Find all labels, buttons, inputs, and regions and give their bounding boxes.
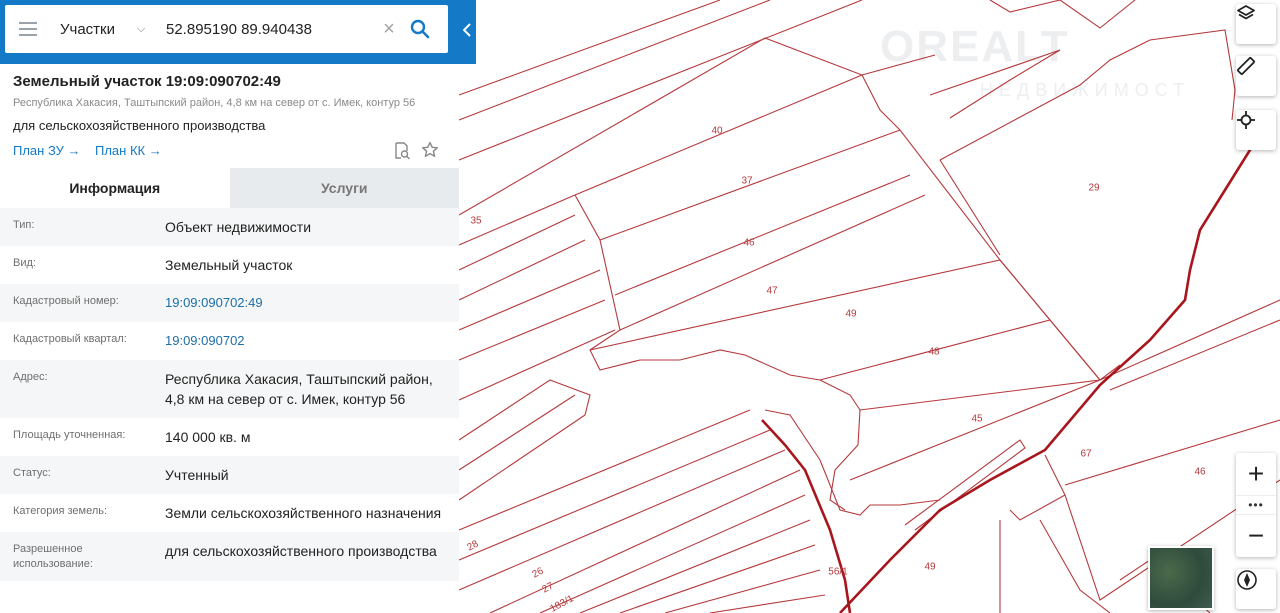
zoom-more-button[interactable]: ••• — [1236, 495, 1276, 515]
parcel-label[interactable]: 45 — [971, 414, 982, 425]
parcel-label[interactable]: 49 — [845, 309, 856, 320]
layer-select[interactable]: Участки ⌵ — [51, 5, 161, 53]
cadastral-number-link[interactable]: 19:09:090702:49 — [165, 293, 445, 313]
layers-icon — [1237, 5, 1255, 20]
menu-icon[interactable] — [5, 5, 51, 53]
info-label: Площадь уточненная: — [13, 429, 126, 441]
parcel-info-panel: Земельный участок 19:09:090702:49 Респуб… — [0, 64, 459, 613]
info-row: Кадастровый квартал: 19:09:090702 — [0, 322, 459, 360]
info-label: Вид: — [13, 257, 36, 269]
highway-line — [839, 129, 1257, 613]
parcel-label[interactable]: 48 — [928, 347, 939, 358]
info-value: Учтенный — [165, 467, 229, 483]
parcel-label[interactable]: 37 — [741, 176, 752, 187]
info-label: Тип: — [13, 219, 35, 231]
info-value: Земельный участок — [165, 257, 293, 273]
zoom-control: + ••• − — [1236, 453, 1276, 557]
close-icon[interactable]: × — [376, 18, 402, 41]
search-input[interactable] — [166, 14, 376, 44]
tab-services[interactable]: Услуги — [229, 168, 459, 208]
info-label: Разрешенное использование: — [13, 543, 93, 570]
info-value: Республика Хакасия, Таштыпский район, 4,… — [165, 371, 433, 407]
chevron-down-icon: ⌵ — [137, 22, 146, 35]
layers-button[interactable] — [1236, 4, 1276, 44]
info-label: Кадастровый номер: — [13, 295, 119, 307]
info-table: Тип: Объект недвижимости Вид: Земельный … — [0, 208, 459, 581]
parcel-lines — [458, 0, 1280, 613]
zoom-in-button[interactable]: + — [1236, 453, 1276, 495]
plan-kk-link[interactable]: План КК → — [95, 143, 162, 158]
parcel-label[interactable]: 47 — [766, 286, 777, 297]
parcel-label[interactable]: 35 — [470, 216, 481, 227]
document-search-icon[interactable] — [393, 142, 411, 165]
plan-zu-link[interactable]: План ЗУ → — [13, 143, 81, 158]
parcel-label[interactable]: 29 — [1088, 183, 1099, 194]
parcel-label[interactable]: 46 — [743, 238, 754, 249]
compass-button[interactable] — [1236, 569, 1276, 609]
locate-button[interactable] — [1236, 110, 1276, 150]
compass-icon — [1237, 570, 1257, 590]
search-icon — [410, 19, 430, 39]
search-header: Участки ⌵ × — [0, 0, 476, 64]
info-row: Статус: Учтенный — [0, 456, 459, 494]
info-value: Земли сельскохозяйственного назначения — [165, 505, 442, 521]
parcel-label[interactable]: 49 — [924, 562, 935, 573]
search-button[interactable] — [402, 5, 438, 53]
info-value: Объект недвижимости — [165, 219, 312, 235]
info-row: Тип: Объект недвижимости — [0, 208, 459, 246]
info-row: Разрешенное использование: для сельскохо… — [0, 532, 459, 581]
satellite-layer-toggle[interactable] — [1148, 546, 1214, 610]
info-row: Вид: Земельный участок — [0, 246, 459, 284]
parcel-title: Земельный участок 19:09:090702:49 — [13, 73, 281, 90]
ruler-icon — [1237, 57, 1255, 75]
info-row: Площадь уточненная: 140 000 кв. м — [0, 418, 459, 456]
collapse-panel-button[interactable] — [458, 18, 476, 42]
chevron-left-icon — [463, 23, 471, 37]
search-box: Участки ⌵ × — [5, 5, 448, 53]
info-value: 140 000 кв. м — [165, 429, 251, 445]
star-icon[interactable] — [421, 141, 439, 164]
parcel-label[interactable]: 56/1 — [828, 567, 847, 578]
info-label: Кадастровый квартал: — [13, 333, 127, 345]
info-label: Адрес: — [13, 371, 48, 383]
crosshair-icon — [1237, 111, 1255, 129]
measure-button[interactable] — [1236, 56, 1276, 96]
tab-info[interactable]: Информация — [0, 168, 230, 208]
parcel-address: Республика Хакасия, Таштыпский район, 4,… — [13, 97, 416, 109]
parcel-label[interactable]: 46 — [1194, 467, 1205, 478]
info-row: Категория земель: Земли сельскохозяйстве… — [0, 494, 459, 532]
info-value: для сельскохозяйственного производства — [165, 543, 437, 559]
layer-select-label: Участки — [60, 20, 115, 38]
info-label: Категория земель: — [13, 505, 108, 517]
info-row: Кадастровый номер: 19:09:090702:49 — [0, 284, 459, 322]
parcel-label[interactable]: 40 — [711, 126, 722, 137]
zoom-out-button[interactable]: − — [1236, 515, 1276, 557]
cadastral-quarter-link[interactable]: 19:09:090702 — [165, 331, 445, 351]
parcel-label[interactable]: 67 — [1080, 449, 1091, 460]
parcel-use: для сельскохозяйственного производства — [13, 118, 266, 133]
panel-tabs: Информация Услуги — [0, 168, 459, 208]
info-row: Адрес: Республика Хакасия, Таштыпский ра… — [0, 360, 459, 418]
road-line — [761, 419, 852, 613]
info-label: Статус: — [13, 467, 51, 479]
